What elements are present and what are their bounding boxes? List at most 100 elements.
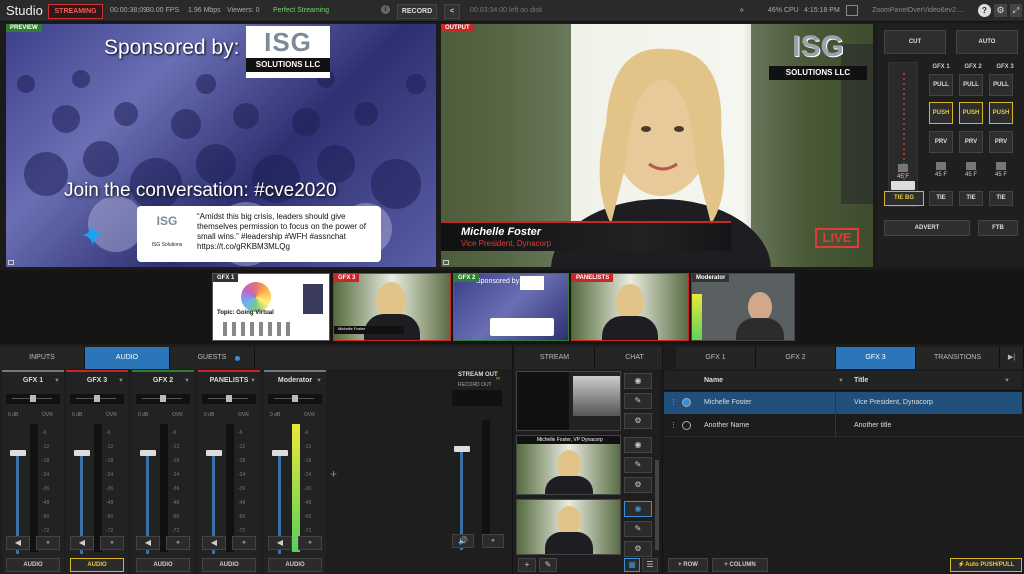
- edit-media-icon[interactable]: ✎: [539, 558, 557, 572]
- strip-menu-icon[interactable]: ▼: [184, 378, 190, 384]
- volume-fader[interactable]: [140, 450, 156, 456]
- gfx3-push-button[interactable]: PUSH: [989, 102, 1013, 124]
- audio-button[interactable]: AUDIO: [6, 558, 60, 572]
- tab-gfx1[interactable]: GFX 1: [676, 347, 756, 369]
- gear-icon[interactable]: ⚙: [624, 541, 652, 557]
- audio-button[interactable]: AUDIO: [136, 558, 190, 572]
- pan-slider[interactable]: [6, 394, 60, 404]
- audio-button[interactable]: AUDIO: [268, 558, 322, 572]
- speaker-icon[interactable]: ◀: [268, 536, 292, 550]
- tab-guests[interactable]: GUESTS: [170, 347, 255, 369]
- tab-transitions[interactable]: TRANSITIONS: [916, 347, 1000, 369]
- gfx2-push-button[interactable]: PUSH: [959, 102, 983, 124]
- source-gfx2[interactable]: Sponsored by: GFX 2: [453, 273, 569, 341]
- pan-slider[interactable]: [136, 394, 190, 404]
- gfx1-push-button[interactable]: PUSH: [929, 102, 953, 124]
- tab-stream[interactable]: STREAM: [515, 347, 595, 369]
- source-gfx3[interactable]: Michelle Foster GFX 3: [333, 273, 451, 341]
- edit-icon[interactable]: ✎: [624, 521, 652, 537]
- eye-icon[interactable]: ◉: [624, 501, 652, 517]
- row-select-radio[interactable]: [682, 421, 691, 430]
- strip-menu-icon[interactable]: ▼: [118, 378, 124, 384]
- gfx1-tie-button[interactable]: TIE: [929, 191, 953, 206]
- strip-menu-icon[interactable]: ▼: [54, 378, 60, 384]
- cut-button[interactable]: CUT: [884, 30, 946, 54]
- drag-handle-icon[interactable]: ⋮: [670, 398, 677, 406]
- t-bar[interactable]: [888, 62, 918, 207]
- strip-menu-icon[interactable]: ▼: [250, 378, 256, 384]
- source-panelists[interactable]: PANELISTS: [571, 273, 689, 341]
- gear-icon[interactable]: ⚙: [994, 4, 1007, 17]
- col-title[interactable]: Title: [854, 377, 868, 384]
- speaker-icon[interactable]: ◀: [70, 536, 94, 550]
- speaker-icon[interactable]: ◀: [136, 536, 160, 550]
- headphones-icon[interactable]: ⚬: [36, 536, 60, 550]
- pan-slider[interactable]: [202, 394, 256, 404]
- help-icon[interactable]: ?: [978, 4, 991, 17]
- col-menu-icon[interactable]: ▼: [1004, 378, 1010, 384]
- headphones-icon[interactable]: ⚬: [166, 536, 190, 550]
- gfx3-pull-button[interactable]: PULL: [989, 74, 1013, 96]
- add-media-icon[interactable]: +: [518, 558, 536, 572]
- link-icon[interactable]: ∞: [496, 376, 500, 382]
- table-row[interactable]: ⋮ Another Name Another title: [664, 415, 1022, 437]
- eye-icon[interactable]: ◉: [624, 437, 652, 453]
- auto-button[interactable]: AUTO: [956, 30, 1018, 54]
- drag-handle-icon[interactable]: ⋮: [670, 421, 677, 429]
- grid-view-icon[interactable]: ▦: [624, 558, 640, 572]
- layout-icon[interactable]: [846, 5, 858, 16]
- info-icon[interactable]: i: [381, 5, 390, 14]
- pan-slider[interactable]: [268, 394, 322, 404]
- tab-gfx3[interactable]: GFX 3: [836, 347, 916, 369]
- eye-icon[interactable]: ◉: [624, 373, 652, 389]
- streaming-button[interactable]: STREAMING: [48, 4, 103, 19]
- headphones-icon[interactable]: ⚬: [738, 5, 746, 16]
- speaker-icon[interactable]: ◀: [202, 536, 226, 550]
- output-monitor[interactable]: OUTPUT ISG SOLUTIONS LLC Michelle Foster…: [441, 24, 873, 267]
- gear-icon[interactable]: ⚙: [624, 477, 652, 493]
- volume-fader[interactable]: [74, 450, 90, 456]
- list-view-icon[interactable]: ☰: [642, 558, 658, 572]
- collapse-icon[interactable]: <: [444, 4, 460, 19]
- media-item-1[interactable]: [516, 371, 621, 431]
- tab-next-icon[interactable]: ▶|: [1000, 347, 1024, 369]
- tab-inputs[interactable]: INPUTS: [0, 347, 85, 369]
- gfx3-tie-button[interactable]: TIE: [989, 191, 1013, 206]
- add-column-button[interactable]: + COLUMN: [712, 558, 768, 572]
- gfx2-pull-button[interactable]: PULL: [959, 74, 983, 96]
- tab-gfx2[interactable]: GFX 2: [756, 347, 836, 369]
- gfx2-prv-button[interactable]: PRV: [959, 131, 983, 153]
- volume-fader[interactable]: [272, 450, 288, 456]
- preview-monitor[interactable]: PREVIEW Sponsored by: ISG SOLUTIONS LLC …: [6, 24, 436, 267]
- media-item-3[interactable]: [516, 499, 621, 555]
- tie-bg-button[interactable]: TIE BG: [884, 191, 924, 206]
- volume-fader[interactable]: [206, 450, 222, 456]
- edit-icon[interactable]: ✎: [624, 457, 652, 473]
- media-item-2[interactable]: Michelle Foster, VP Dynacorp: [516, 435, 621, 495]
- headphones-icon[interactable]: ⚬: [232, 536, 256, 550]
- audio-button[interactable]: AUDIO: [202, 558, 256, 572]
- master-speaker-icon[interactable]: 🔊: [452, 534, 474, 548]
- gfx1-pull-button[interactable]: PULL: [929, 74, 953, 96]
- speaker-icon[interactable]: ◀: [6, 536, 30, 550]
- gfx2-rate[interactable]: 45 F: [959, 162, 983, 178]
- master-headphones-icon[interactable]: ⚬: [482, 534, 504, 548]
- master-fader[interactable]: [454, 446, 470, 452]
- pan-slider[interactable]: [70, 394, 124, 404]
- headphones-icon[interactable]: ⚬: [298, 536, 322, 550]
- ftb-button[interactable]: FTB: [978, 220, 1018, 236]
- record-button[interactable]: RECORD: [397, 4, 437, 19]
- edit-icon[interactable]: ✎: [624, 393, 652, 409]
- add-row-button[interactable]: + ROW: [668, 558, 708, 572]
- audio-button[interactable]: AUDIO: [70, 558, 124, 572]
- col-menu-icon[interactable]: ▼: [838, 378, 844, 384]
- row-select-radio[interactable]: [682, 398, 691, 407]
- headphones-icon[interactable]: ⚬: [100, 536, 124, 550]
- source-moderator[interactable]: Moderator: [691, 273, 795, 341]
- advert-button[interactable]: ADVERT: [884, 220, 970, 236]
- source-gfx1[interactable]: Topic: Going Virtual GFX 1: [212, 273, 330, 341]
- tab-audio[interactable]: AUDIO: [85, 347, 170, 369]
- gfx3-prv-button[interactable]: PRV: [989, 131, 1013, 153]
- gfx1-prv-button[interactable]: PRV: [929, 131, 953, 153]
- add-strip-icon[interactable]: +: [330, 467, 337, 481]
